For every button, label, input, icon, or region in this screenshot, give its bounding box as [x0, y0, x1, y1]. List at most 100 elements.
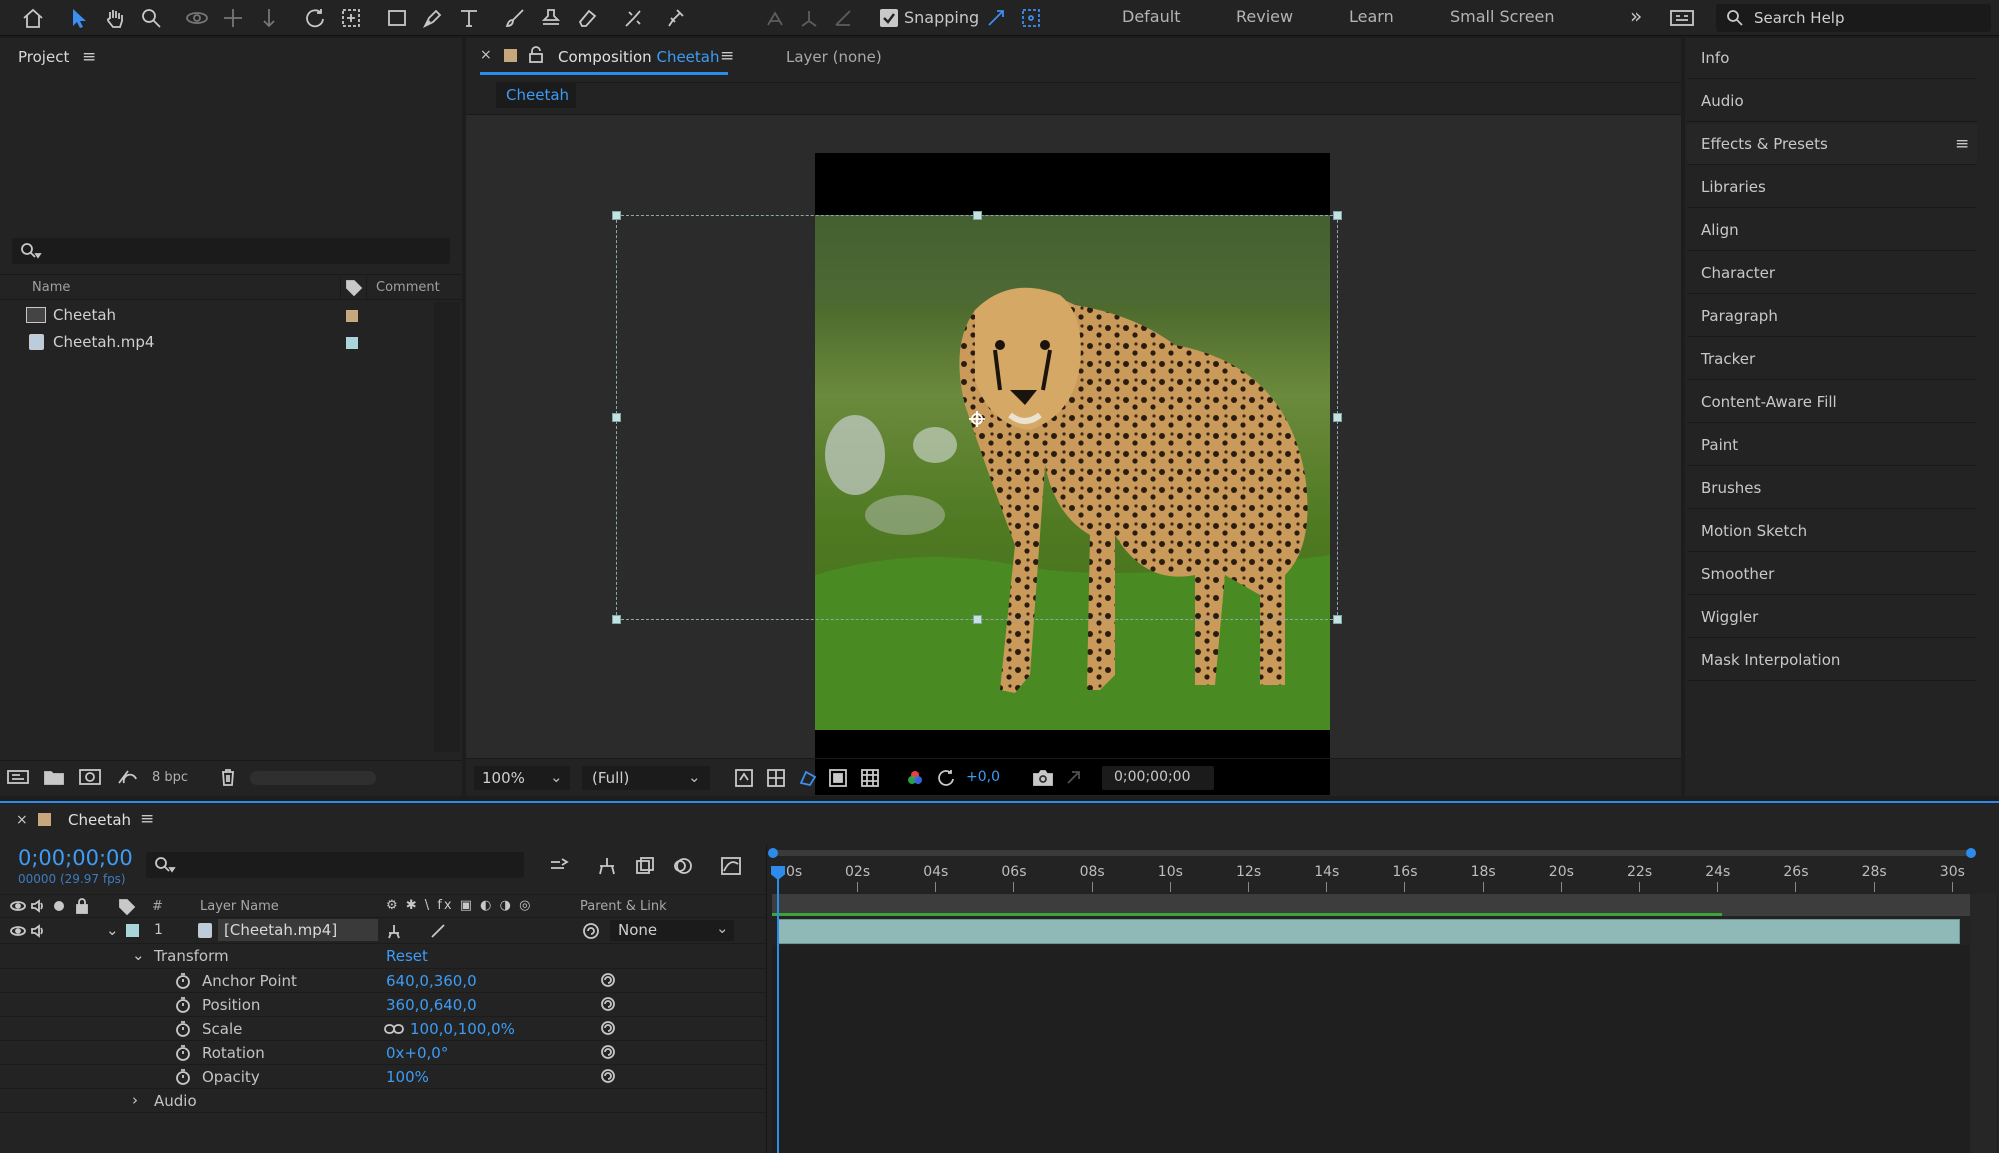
panel-libraries[interactable]: Libraries	[1687, 167, 1977, 208]
transform-handle[interactable]	[973, 211, 982, 220]
current-time-field[interactable]: 0;00;00;00	[1102, 766, 1214, 790]
pickwhip-icon[interactable]	[600, 1020, 616, 1036]
puppet-pin-icon[interactable]	[660, 4, 690, 32]
current-time-indicator[interactable]	[777, 872, 779, 1153]
panel-effects-presets[interactable]: Effects & Presets ≡	[1687, 124, 1977, 165]
label-color-swatch[interactable]	[346, 310, 358, 322]
brush-tool-icon[interactable]	[500, 4, 530, 32]
exposure-value[interactable]: +0,0	[966, 769, 1000, 785]
pan-camera-icon[interactable]	[218, 4, 248, 32]
transparency-grid-icon[interactable]	[766, 768, 786, 788]
panel-brushes[interactable]: Brushes	[1687, 468, 1977, 509]
panel-tracker[interactable]: Tracker	[1687, 339, 1977, 380]
column-name[interactable]: Name	[32, 280, 70, 295]
navigator-start-handle[interactable]	[768, 848, 778, 858]
collapse-transform-icon[interactable]	[386, 923, 402, 939]
show-snapshot-icon[interactable]	[1064, 768, 1084, 788]
property-value[interactable]: 0x+0,0°	[386, 1044, 448, 1062]
chevron-right-icon[interactable]: ›	[132, 1091, 138, 1109]
stopwatch-icon[interactable]	[175, 1020, 191, 1037]
lock-icon[interactable]	[74, 898, 90, 914]
project-search-input[interactable]	[12, 238, 450, 264]
panel-smoother[interactable]: Smoother	[1687, 554, 1977, 595]
thumbnail-slider[interactable]	[250, 771, 376, 785]
magnification-dropdown[interactable]: 100% ⌄	[474, 766, 570, 790]
clone-stamp-icon[interactable]	[536, 4, 566, 32]
panel-info[interactable]: Info	[1687, 38, 1977, 79]
world-axis-icon[interactable]	[794, 4, 824, 32]
channel-icon[interactable]	[906, 769, 924, 787]
close-icon[interactable]: ×	[480, 47, 492, 63]
reset-link[interactable]: Reset	[386, 947, 428, 965]
rotation-tool-icon[interactable]	[300, 4, 330, 32]
composition-mini-flowchart-icon[interactable]	[548, 856, 570, 876]
workspace-review[interactable]: Review	[1236, 7, 1293, 26]
motion-blur-icon[interactable]	[672, 856, 694, 876]
close-icon[interactable]: ×	[16, 812, 28, 828]
property-value[interactable]: 100%	[386, 1068, 429, 1086]
panel-mask-interpolation[interactable]: Mask Interpolation	[1687, 640, 1977, 681]
draft-3d-icon[interactable]	[596, 856, 618, 876]
chevron-down-icon[interactable]: ⌄	[132, 946, 145, 964]
orbit-camera-icon[interactable]	[182, 4, 212, 32]
snapshot-camera-icon[interactable]	[1032, 768, 1054, 788]
panel-align[interactable]: Align	[1687, 210, 1977, 251]
panel-paragraph[interactable]: Paragraph	[1687, 296, 1977, 337]
rectangle-tool-icon[interactable]	[382, 4, 412, 32]
snap-edges-icon[interactable]	[981, 4, 1011, 32]
transform-group-row[interactable]: ⌄ Transform Reset	[0, 945, 766, 969]
roto-brush-icon[interactable]	[618, 4, 648, 32]
navigator-end-handle[interactable]	[1966, 848, 1976, 858]
transform-handle[interactable]	[612, 615, 621, 624]
home-icon[interactable]	[18, 4, 48, 32]
property-value[interactable]: 360,0,640,0	[386, 996, 477, 1014]
layer-tab[interactable]: Layer (none)	[786, 48, 882, 66]
pickwhip-icon[interactable]	[600, 1044, 616, 1060]
project-item[interactable]: Cheetah	[0, 302, 456, 328]
composition-tab[interactable]: Composition Cheetah	[558, 48, 720, 66]
layer-row[interactable]: ⌄ 1 [Cheetah.mp4] None ⌄	[0, 918, 766, 944]
timeline-tab-name[interactable]: Cheetah	[68, 811, 131, 829]
pickwhip-icon[interactable]	[600, 1068, 616, 1084]
project-settings-icon[interactable]	[116, 767, 140, 787]
column-layer-name[interactable]: Layer Name	[200, 899, 279, 914]
dolly-camera-icon[interactable]	[254, 4, 284, 32]
trash-icon[interactable]	[218, 767, 238, 787]
align-axis-icon[interactable]	[760, 4, 790, 32]
property-row[interactable]: Scale 100,0,100,0%	[0, 1017, 766, 1041]
project-scrollbar[interactable]	[434, 302, 460, 752]
panel-character[interactable]: Character	[1687, 253, 1977, 294]
layer-name[interactable]: [Cheetah.mp4]	[218, 919, 378, 941]
transform-handle[interactable]	[1333, 211, 1342, 220]
hand-tool-icon[interactable]	[100, 4, 130, 32]
color-depth-button[interactable]: 8 bpc	[152, 770, 188, 785]
column-parent-link[interactable]: Parent & Link	[580, 899, 667, 914]
quality-switch-icon[interactable]	[430, 923, 446, 939]
panel-menu-icon[interactable]: ≡	[1955, 124, 1969, 165]
column-comment[interactable]: Comment	[376, 280, 440, 295]
stopwatch-icon[interactable]	[175, 1044, 191, 1061]
lock-icon[interactable]	[528, 46, 544, 64]
chevron-down-icon[interactable]: ⌄	[106, 921, 119, 939]
parent-dropdown[interactable]: None ⌄	[610, 919, 734, 941]
time-navigator[interactable]	[768, 848, 1976, 858]
audio-group-row[interactable]: › Audio	[0, 1089, 766, 1113]
workspace-default[interactable]: Default	[1122, 7, 1180, 26]
panel-paint[interactable]: Paint	[1687, 425, 1977, 466]
resolution-dropdown[interactable]: (Full) ⌄	[582, 766, 710, 790]
pan-behind-icon[interactable]	[336, 4, 366, 32]
transform-handle[interactable]	[973, 615, 982, 624]
video-visibility-icon[interactable]	[10, 923, 26, 939]
composition-viewer[interactable]	[466, 115, 1681, 795]
panel-menu-icon[interactable]: ≡	[140, 809, 154, 829]
anchor-point-icon[interactable]	[967, 409, 987, 429]
solo-icon[interactable]	[54, 901, 64, 911]
eraser-icon[interactable]	[572, 4, 602, 32]
new-composition-icon[interactable]	[78, 767, 102, 787]
stopwatch-icon[interactable]	[175, 972, 191, 989]
transform-handle[interactable]	[612, 413, 621, 422]
panel-audio[interactable]: Audio	[1687, 81, 1977, 122]
grid-guides-icon[interactable]	[860, 768, 880, 788]
new-folder-icon[interactable]	[42, 767, 66, 787]
panel-wiggler[interactable]: Wiggler	[1687, 597, 1977, 638]
